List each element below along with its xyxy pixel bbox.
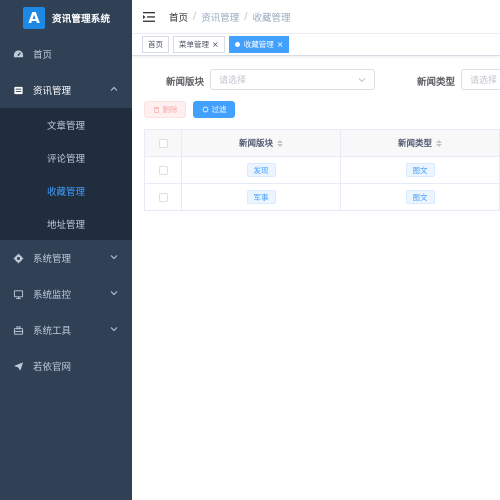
sidebar-item-label: 首页 [33, 50, 53, 61]
filter-button-label: 过滤 [211, 105, 227, 114]
article-icon [12, 84, 24, 96]
monitor-icon [12, 288, 24, 300]
sidebar-item-label: 资讯管理 [33, 86, 72, 97]
dashboard-icon [12, 48, 24, 60]
tag-label: 首页 [148, 40, 163, 49]
breadcrumb-home[interactable]: 首页 [169, 10, 188, 24]
tag-menu-management[interactable]: 菜单管理 × [173, 36, 225, 53]
row-cell-select [145, 157, 182, 183]
breadcrumb: 首页 / 资讯管理 / 收藏管理 [169, 10, 290, 24]
sidebar-item-label: 系统监控 [33, 290, 72, 301]
toolbox-icon [12, 324, 24, 336]
sidebar-item-favorites[interactable]: 收藏管理 [0, 174, 132, 207]
chevron-up-icon [110, 86, 118, 91]
navbar: 首页 / 资讯管理 / 收藏管理 [132, 0, 500, 34]
chevron-down-icon [110, 255, 118, 260]
gear-icon [12, 252, 24, 264]
breadcrumb-separator: / [193, 11, 197, 22]
sidebar-item-label: 系统工具 [33, 326, 72, 337]
table-row[interactable]: 发现 图文 [145, 157, 500, 184]
row-cell-type: 图文 [341, 157, 500, 183]
data-table: 新闻版块 新闻类型 发现 图文 军事 图文 [144, 129, 500, 211]
breadcrumb-section: 资讯管理 [201, 12, 240, 24]
filter-section-label: 新闻版块 [166, 77, 205, 88]
active-dot-icon [234, 42, 240, 47]
submenu-news: 文章管理 评论管理 收藏管理 地址管理 [0, 108, 132, 240]
sidebar: A 资讯管理系统 首页 资讯管理 文章管理 评论管理 收藏管理 地址管理 系统管… [0, 0, 132, 500]
app-title: 资讯管理系统 [52, 14, 111, 25]
filter-type-label: 新闻类型 [417, 77, 456, 88]
sort-icon[interactable] [436, 139, 442, 147]
header-cell-select [145, 130, 182, 156]
chevron-down-icon [110, 291, 118, 296]
filter-section-select[interactable]: 请选择 [210, 69, 375, 90]
table-row[interactable]: 军事 图文 [145, 184, 500, 211]
trash-icon [153, 107, 159, 113]
tag-label: 收藏管理 [243, 40, 274, 49]
tag-favorites[interactable]: 收藏管理 × [228, 36, 290, 53]
select-all-checkbox[interactable] [158, 138, 168, 148]
row-cell-type: 图文 [341, 184, 500, 210]
column-header-label: 新闻类型 [397, 139, 432, 149]
sidebar-item-system[interactable]: 系统管理 [0, 240, 132, 276]
sidebar-item-home[interactable]: 首页 [0, 36, 132, 72]
breadcrumb-separator: / [244, 11, 248, 22]
tag-home[interactable]: 首页 [142, 36, 169, 53]
chevron-down-icon [358, 78, 366, 83]
sidebar-item-comments[interactable]: 评论管理 [0, 141, 132, 174]
row-checkbox[interactable] [158, 192, 168, 202]
select-placeholder: 请选择 [219, 76, 247, 86]
row-cell-select [145, 184, 182, 210]
sidebar-item-label: 系统管理 [33, 254, 72, 265]
send-icon [12, 360, 24, 372]
sidebar-item-news[interactable]: 资讯管理 [0, 72, 132, 108]
refresh-icon [202, 106, 208, 113]
type-tag: 图文 [405, 190, 435, 204]
sort-icon[interactable] [277, 139, 283, 147]
tag-label: 菜单管理 [179, 40, 209, 49]
hamburger-icon[interactable] [143, 11, 155, 22]
row-cell-section: 军事 [182, 184, 341, 210]
filter-button[interactable]: 过滤 [193, 101, 235, 118]
select-placeholder: 请选择 [470, 76, 498, 86]
delete-button[interactable]: 删除 [144, 101, 186, 118]
tags-view: 首页 菜单管理 × 收藏管理 × [132, 34, 500, 56]
row-cell-section: 发现 [182, 157, 341, 183]
filter-type-select[interactable]: 请选择 [461, 69, 500, 90]
close-icon[interactable]: × [277, 40, 284, 49]
header-cell-section[interactable]: 新闻版块 [182, 130, 341, 156]
row-checkbox[interactable] [158, 165, 168, 175]
sidebar-item-label: 若依官网 [33, 362, 72, 373]
sidebar-item-addresses[interactable]: 地址管理 [0, 207, 132, 240]
sidebar-item-monitor[interactable]: 系统监控 [0, 276, 132, 312]
type-tag: 图文 [405, 163, 435, 177]
table-header: 新闻版块 新闻类型 [145, 130, 500, 157]
logo[interactable]: A 资讯管理系统 [0, 0, 132, 36]
section-tag: 军事 [246, 190, 276, 204]
logo-mark: A [23, 7, 45, 29]
sidebar-item-website[interactable]: 若依官网 [0, 348, 132, 384]
chevron-down-icon [110, 327, 118, 332]
breadcrumb-current: 收藏管理 [252, 12, 291, 24]
header-cell-type[interactable]: 新闻类型 [341, 130, 500, 156]
sidebar-item-tools[interactable]: 系统工具 [0, 312, 132, 348]
column-header-label: 新闻版块 [238, 139, 273, 149]
sidebar-item-articles[interactable]: 文章管理 [0, 108, 132, 141]
section-tag: 发现 [246, 163, 276, 177]
close-icon[interactable]: × [212, 40, 219, 49]
delete-button-label: 删除 [162, 105, 178, 114]
